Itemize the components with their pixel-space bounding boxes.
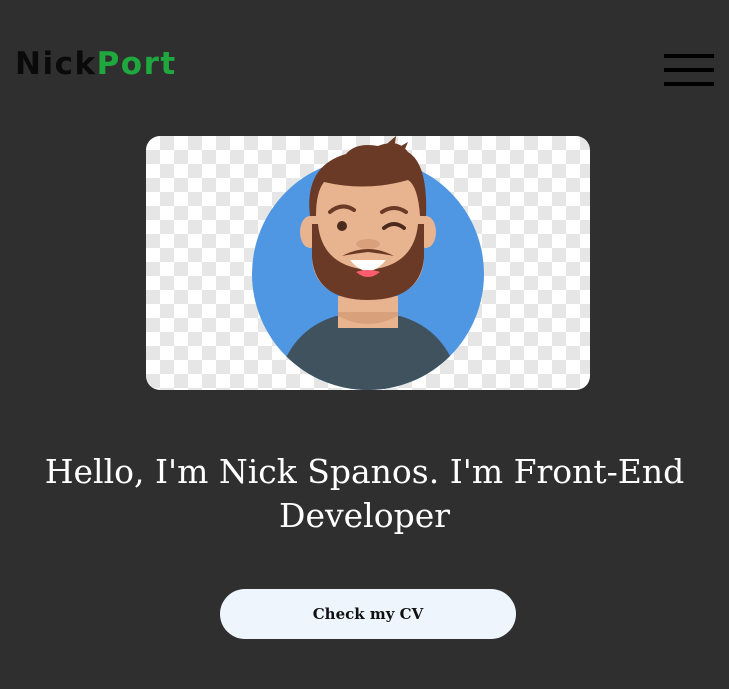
hamburger-menu-icon[interactable]: [664, 54, 714, 88]
avatar-eye-left: [337, 221, 347, 231]
menu-bar-top: [664, 54, 714, 58]
logo-first-word: Nick: [15, 46, 97, 82]
logo-accent-word: Port: [96, 46, 177, 82]
site-logo[interactable]: NickPort: [15, 44, 177, 84]
check-cv-button[interactable]: Check my CV: [220, 589, 516, 639]
menu-bar-middle: [664, 68, 714, 72]
hero-headline: Hello, I'm Nick Spanos. I'm Front-End De…: [44, 452, 685, 535]
menu-bar-bottom: [664, 82, 714, 86]
hero-image: [146, 136, 590, 390]
avatar-illustration: [252, 136, 484, 390]
